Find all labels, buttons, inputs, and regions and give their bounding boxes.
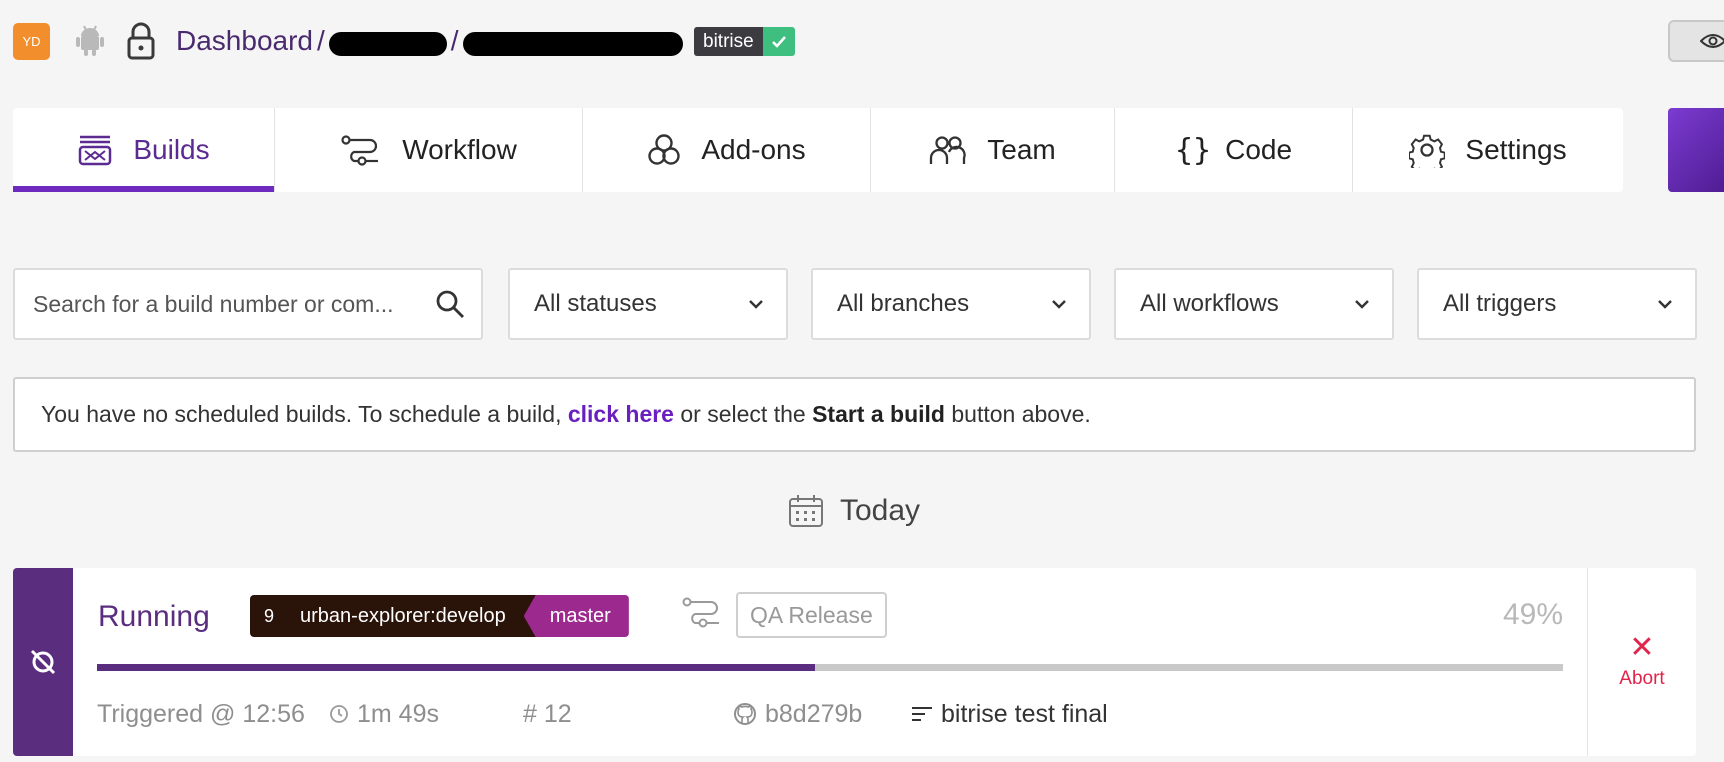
tab-label: Workflow: [402, 134, 517, 165]
team-icon: [930, 136, 966, 164]
date-heading-label: Today: [840, 494, 921, 527]
notice-text: You have no scheduled builds. To schedul…: [41, 401, 568, 427]
build-status-strip: [13, 568, 73, 756]
source-branch: urban-explorer:develop: [288, 595, 536, 637]
chevron-down-icon: [1052, 300, 1066, 309]
scheduled-builds-notice: You have no scheduled builds. To schedul…: [13, 377, 1696, 452]
tab-label: Settings: [1465, 134, 1567, 165]
abort-label: Abort: [1619, 668, 1665, 689]
build-progress-percent: 49%: [1503, 598, 1564, 631]
breadcrumb-dashboard[interactable]: Dashboard: [176, 25, 313, 57]
search-icon[interactable]: [435, 289, 465, 319]
app-tabs: Builds Workflow Add-ons Team {} Code Set…: [13, 108, 1623, 192]
commit-hash-value: b8d279b: [765, 699, 863, 728]
code-icon: {}: [1174, 132, 1212, 168]
pr-number: 9: [250, 595, 289, 637]
workflow-icon: [341, 135, 379, 166]
notice-text: button above.: [944, 401, 1091, 427]
build-duration: 1m 49s: [329, 698, 439, 730]
app-header: YD Dashboard / / bitrise: [0, 0, 1724, 84]
android-icon: [76, 25, 104, 56]
close-icon: ✕: [1629, 631, 1655, 664]
search-input[interactable]: [33, 290, 435, 318]
notice-bold: Start a build: [812, 401, 945, 427]
schedule-link[interactable]: click here: [568, 401, 674, 428]
status-filter-value: All statuses: [534, 290, 657, 317]
tab-label: Team: [987, 134, 1056, 165]
breadcrumb-separator: /: [316, 25, 325, 56]
commit-message: bitrise test final: [911, 698, 1108, 730]
start-build-button[interactable]: [1668, 108, 1724, 192]
abort-button[interactable]: ✕ Abort: [1588, 568, 1696, 756]
message-lines-icon: [912, 707, 932, 721]
date-heading: Today: [788, 491, 920, 531]
calendar-icon: [789, 495, 823, 527]
stack-badge-label: bitrise: [694, 27, 763, 56]
trigger-filter-value: All triggers: [1443, 290, 1557, 317]
branch-filter-value: All branches: [837, 290, 970, 317]
commit-message-value: bitrise test final: [941, 699, 1108, 728]
tab-addons[interactable]: Add-ons: [583, 108, 871, 192]
breadcrumb: Dashboard / /: [176, 22, 683, 60]
branch-filter[interactable]: All branches: [811, 268, 1091, 340]
workflow-tag: QA Release: [736, 592, 887, 638]
breadcrumb-separator: /: [450, 25, 459, 56]
workflow-filter-value: All workflows: [1140, 290, 1279, 317]
workflow-filter[interactable]: All workflows: [1114, 268, 1394, 340]
status-filter[interactable]: All statuses: [508, 268, 788, 340]
avatar[interactable]: YD: [13, 23, 50, 60]
build-search: [13, 268, 483, 340]
tab-code[interactable]: {} Code: [1115, 108, 1353, 192]
build-duration-value: 1m 49s: [357, 699, 439, 728]
tab-label: Code: [1225, 134, 1293, 165]
addons-icon: [648, 134, 681, 165]
eye-icon: [1700, 34, 1724, 48]
build-triggered-time: Triggered @ 12:56: [97, 699, 305, 728]
redacted-owner[interactable]: [328, 32, 447, 56]
github-icon: [734, 703, 756, 725]
tab-workflow[interactable]: Workflow: [275, 108, 583, 192]
build-number: # 12: [523, 699, 572, 728]
running-status-icon: [30, 649, 56, 675]
tab-team[interactable]: Team: [871, 108, 1115, 192]
notice-text: or select the: [673, 401, 813, 427]
chevron-down-icon: [1355, 300, 1369, 309]
build-progress-bar: [97, 664, 1563, 671]
build-card[interactable]: Running 9 urban-explorer:develop master …: [13, 568, 1696, 756]
commit-hash[interactable]: b8d279b: [733, 698, 862, 730]
gear-icon: [1409, 134, 1446, 168]
chevron-down-icon: [1658, 300, 1672, 309]
trigger-filter[interactable]: All triggers: [1417, 268, 1697, 340]
chevron-down-icon: [749, 300, 763, 309]
tab-label: Builds: [133, 134, 210, 165]
workflow-icon: [682, 597, 719, 628]
build-progress-fill: [97, 664, 816, 671]
branch-pill: 9 urban-explorer:develop master: [250, 595, 629, 637]
build-status-label: Running: [98, 600, 210, 633]
tab-settings[interactable]: Settings: [1353, 108, 1623, 192]
lock-icon: [127, 22, 155, 60]
check-icon: [762, 27, 795, 56]
watch-button[interactable]: [1668, 20, 1724, 62]
tab-label: Add-ons: [701, 134, 806, 165]
redacted-app-name: [462, 32, 683, 56]
target-branch: master: [523, 595, 629, 637]
tab-builds[interactable]: Builds: [13, 108, 275, 192]
builds-icon: [79, 135, 112, 166]
clock-icon: [330, 705, 348, 723]
stack-badge: bitrise: [694, 27, 795, 56]
